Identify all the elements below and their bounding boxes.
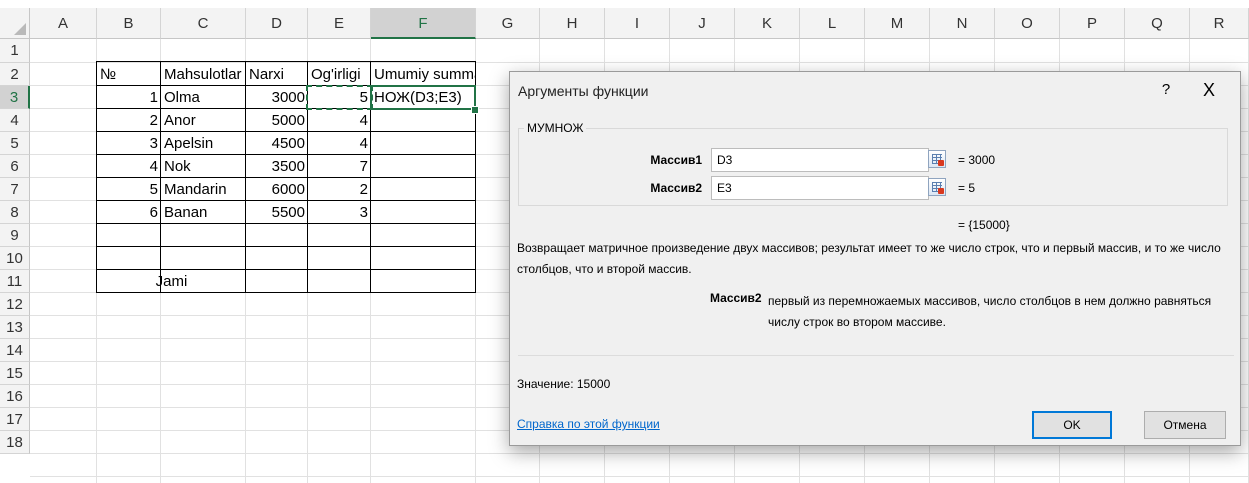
function-description: Возвращает матричное произведение двух м…: [517, 241, 1221, 276]
arg2-result: = 5: [958, 181, 976, 195]
total-label-cell[interactable]: Jami: [97, 270, 246, 293]
table-border-horizontal: [96, 61, 476, 62]
weight-cell[interactable]: 4: [308, 109, 371, 132]
formula-result: = {15000}: [958, 218, 1010, 232]
price-cell[interactable]: 3500: [246, 155, 308, 178]
row-header-12[interactable]: 12: [0, 293, 30, 316]
function-name: МУМНОЖ: [524, 121, 587, 135]
column-header-l[interactable]: L: [800, 8, 865, 39]
arg1-result: = 3000: [958, 153, 996, 167]
product-cell[interactable]: Olma: [161, 86, 246, 109]
header-price-cell[interactable]: Narxi: [246, 63, 308, 86]
price-cell[interactable]: 5000: [246, 109, 308, 132]
close-button[interactable]: X: [1191, 78, 1227, 102]
header-total-sum-cell[interactable]: Umumiy summa: [371, 63, 475, 86]
header-weight-cell[interactable]: Og'irligi: [308, 63, 371, 86]
row-header-13[interactable]: 13: [0, 316, 30, 339]
column-header-k[interactable]: K: [735, 8, 800, 39]
help-button[interactable]: ?: [1151, 78, 1181, 102]
column-header-i[interactable]: I: [605, 8, 670, 39]
row-header-18[interactable]: 18: [0, 431, 30, 454]
column-header-r[interactable]: R: [1190, 8, 1249, 39]
range-select-icon[interactable]: [928, 150, 946, 168]
num-cell[interactable]: 1: [97, 86, 161, 109]
product-cell[interactable]: Apelsin: [161, 132, 246, 155]
column-header-c[interactable]: C: [161, 8, 246, 39]
weight-cell[interactable]: 4: [308, 132, 371, 155]
row-header-14[interactable]: 14: [0, 339, 30, 362]
value-result: Значение: 15000: [517, 377, 611, 391]
product-cell[interactable]: Banan: [161, 201, 246, 224]
product-cell[interactable]: Anor: [161, 109, 246, 132]
dialog-title: Аргументы функции: [518, 83, 649, 99]
row-header-7[interactable]: 7: [0, 178, 30, 201]
num-cell[interactable]: 6: [97, 201, 161, 224]
column-header-o[interactable]: O: [995, 8, 1060, 39]
row-header-2[interactable]: 2: [0, 63, 30, 86]
price-cell[interactable]: 5500: [246, 201, 308, 224]
weight-cell[interactable]: 3: [308, 201, 371, 224]
gridline-horizontal: [30, 476, 1249, 477]
row-header-16[interactable]: 16: [0, 385, 30, 408]
column-header-j[interactable]: J: [670, 8, 735, 39]
row-header-17[interactable]: 17: [0, 408, 30, 431]
row-header-6[interactable]: 6: [0, 155, 30, 178]
gridline-horizontal: [30, 453, 1249, 454]
active-cell-f3[interactable]: [370, 85, 476, 110]
num-cell[interactable]: 2: [97, 109, 161, 132]
row-header-11[interactable]: 11: [0, 270, 30, 293]
row-header-8[interactable]: 8: [0, 201, 30, 224]
row-header-15[interactable]: 15: [0, 362, 30, 385]
row-header-9[interactable]: 9: [0, 224, 30, 247]
divider: [518, 355, 1234, 356]
header-num-cell[interactable]: №: [97, 63, 161, 86]
copy-marquee-d3-e3: [306, 85, 373, 110]
num-cell[interactable]: 3: [97, 132, 161, 155]
function-arguments-dialog: Аргументы функции ? X МУМНОЖ Массив1 D3 …: [509, 71, 1241, 446]
weight-cell[interactable]: 2: [308, 178, 371, 201]
price-cell[interactable]: 3000: [246, 86, 308, 109]
argument-description-text: первый из перемножаемых массивов, число …: [768, 294, 1212, 329]
column-header-n[interactable]: N: [930, 8, 995, 39]
column-header-b[interactable]: B: [97, 8, 161, 39]
column-header-d[interactable]: D: [246, 8, 308, 39]
column-header-f[interactable]: F: [371, 8, 476, 39]
product-cell[interactable]: Nok: [161, 155, 246, 178]
arg2-label: Массив2: [650, 181, 702, 195]
price-cell[interactable]: 6000: [246, 178, 308, 201]
row-header-1[interactable]: 1: [0, 39, 30, 63]
column-header-p[interactable]: P: [1060, 8, 1125, 39]
weight-cell[interactable]: 7: [308, 155, 371, 178]
column-header-h[interactable]: H: [540, 8, 605, 39]
function-help-link[interactable]: Справка по этой функции: [517, 417, 660, 431]
num-cell[interactable]: 5: [97, 178, 161, 201]
arg1-label: Массив1: [650, 153, 702, 167]
range-select-icon[interactable]: [928, 178, 946, 196]
cancel-button[interactable]: Отмена: [1144, 411, 1226, 439]
column-header-q[interactable]: Q: [1125, 8, 1190, 39]
row-header-5[interactable]: 5: [0, 132, 30, 155]
argument-description-name: Массив2: [710, 291, 762, 305]
column-header-e[interactable]: E: [308, 8, 371, 39]
table-border-horizontal: [96, 246, 476, 247]
header-products-cell[interactable]: Mahsulotlar: [161, 63, 246, 86]
product-cell[interactable]: Mandarin: [161, 178, 246, 201]
ok-button[interactable]: OK: [1032, 411, 1112, 439]
num-cell[interactable]: 4: [97, 155, 161, 178]
arg2-input[interactable]: E3: [711, 176, 929, 200]
column-header-a[interactable]: A: [30, 8, 97, 39]
fill-handle[interactable]: [471, 106, 479, 114]
select-all-corner[interactable]: [0, 8, 30, 39]
price-cell[interactable]: 4500: [246, 132, 308, 155]
arg1-input[interactable]: D3: [711, 148, 929, 172]
row-header-4[interactable]: 4: [0, 109, 30, 132]
row-header-3[interactable]: 3: [0, 86, 30, 109]
row-header-10[interactable]: 10: [0, 247, 30, 270]
column-header-m[interactable]: M: [865, 8, 930, 39]
column-header-g[interactable]: G: [476, 8, 540, 39]
